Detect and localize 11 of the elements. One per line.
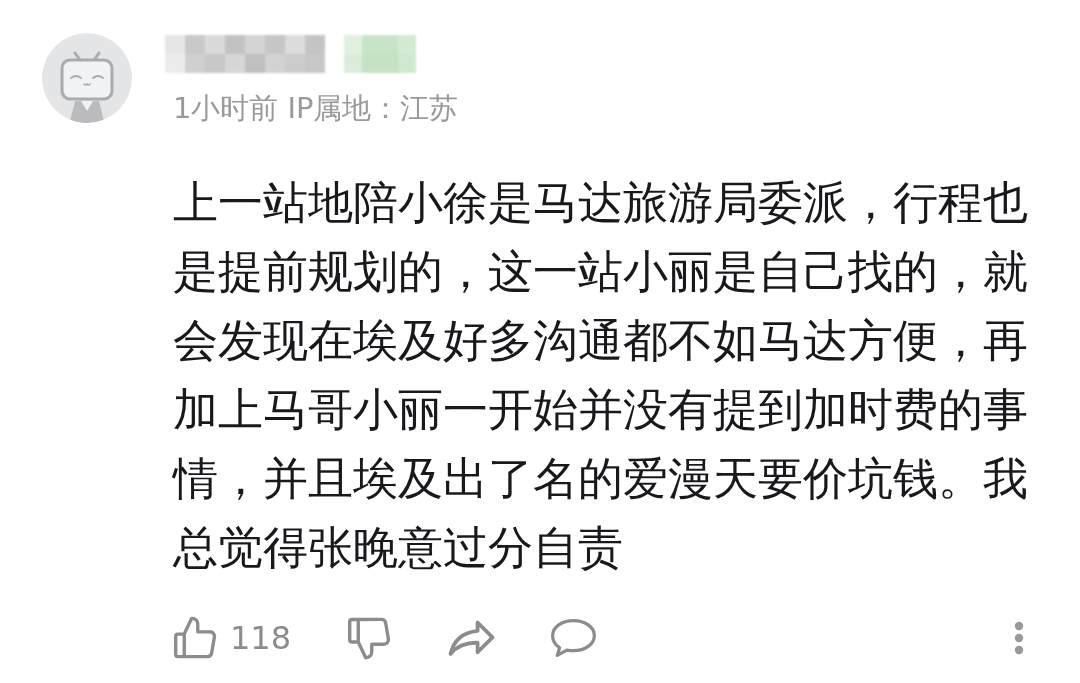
thumbs-up-icon[interactable] [173,616,218,660]
comment-bubble-icon[interactable] [551,619,597,657]
comment-time: 1小时前 [173,90,279,126]
comment-text: 上一站地陪小徐是马达旅游局委派，行程也是提前规划的，这一站小丽是自己找的，就会发现在埃及好多沟通都不如马达方便，再加上马哥小丽一开始并没有提到加时费的事情，并且埃及出了名的爱漫天要价坑钱。我总觉得张晚意过分自责 [173,175,1029,576]
ip-location: IP属地：江苏 [287,90,459,126]
like-count: 118 [230,618,292,658]
avatar-icon[interactable] [42,33,132,123]
more-options-icon[interactable] [1014,621,1024,655]
thumbs-down-icon[interactable] [347,616,393,660]
blurred-badge [344,35,416,73]
share-icon[interactable] [448,620,496,656]
